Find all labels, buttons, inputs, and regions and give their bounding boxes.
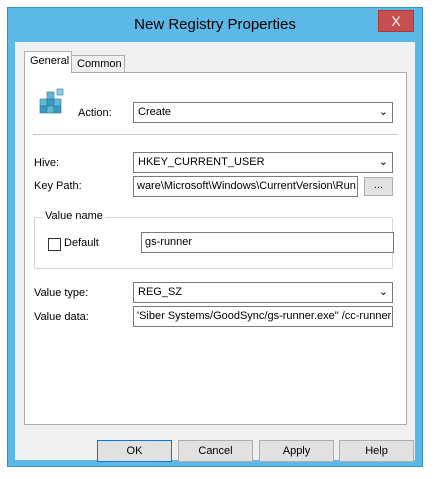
keypath-label: Key Path: [34, 180, 82, 192]
keypath-input[interactable]: ware\Microsoft\Windows\CurrentVersion\Ru… [133, 176, 358, 197]
valuetype-label: Value type: [34, 287, 89, 299]
chevron-down-icon: ⌄ [378, 106, 388, 118]
title-bar[interactable]: New Registry Properties X [8, 8, 422, 42]
close-button[interactable]: X [378, 10, 414, 32]
chevron-down-icon: ⌄ [378, 156, 388, 168]
separator [33, 134, 398, 135]
hive-label: Hive: [34, 157, 60, 169]
hive-value: HKEY_CURRENT_USER [138, 156, 265, 168]
valuetype-dropdown[interactable]: REG_SZ ⌄ [133, 282, 393, 303]
tab-general[interactable]: General [24, 51, 72, 73]
browse-button[interactable]: ... [364, 177, 393, 196]
close-icon: X [391, 13, 401, 29]
valuedata-label: Value data: [34, 311, 89, 323]
dialog-client: General Common Action: Create ⌄ Hive: HK… [15, 42, 415, 462]
general-panel: Action: Create ⌄ Hive: HKEY_CURRENT_USER… [24, 72, 407, 425]
help-button[interactable]: Help [339, 440, 414, 462]
dialog-window: New Registry Properties X General Common [7, 7, 423, 467]
action-value: Create [138, 106, 172, 118]
registry-cubes-icon [39, 88, 64, 114]
valuedata-input[interactable]: 'Siber Systems/GoodSync/gs-runner.exe" /… [133, 306, 393, 327]
action-dropdown[interactable]: Create ⌄ [133, 102, 393, 123]
ok-button[interactable]: OK [97, 440, 172, 462]
default-label: Default [64, 237, 99, 249]
hive-dropdown[interactable]: HKEY_CURRENT_USER ⌄ [133, 152, 393, 173]
default-checkbox[interactable] [48, 238, 61, 251]
value-name-group-title: Value name [43, 210, 105, 222]
window-title: New Registry Properties [134, 16, 296, 33]
value-name-input[interactable]: gs-runner [141, 232, 394, 253]
apply-button[interactable]: Apply [259, 440, 334, 462]
valuetype-value: REG_SZ [138, 286, 183, 298]
action-label: Action: [78, 107, 112, 119]
tab-common[interactable]: Common [71, 55, 125, 72]
chevron-down-icon: ⌄ [378, 286, 388, 298]
cancel-button[interactable]: Cancel [178, 440, 253, 462]
value-name-group: Value name Default gs-runner [34, 210, 394, 269]
